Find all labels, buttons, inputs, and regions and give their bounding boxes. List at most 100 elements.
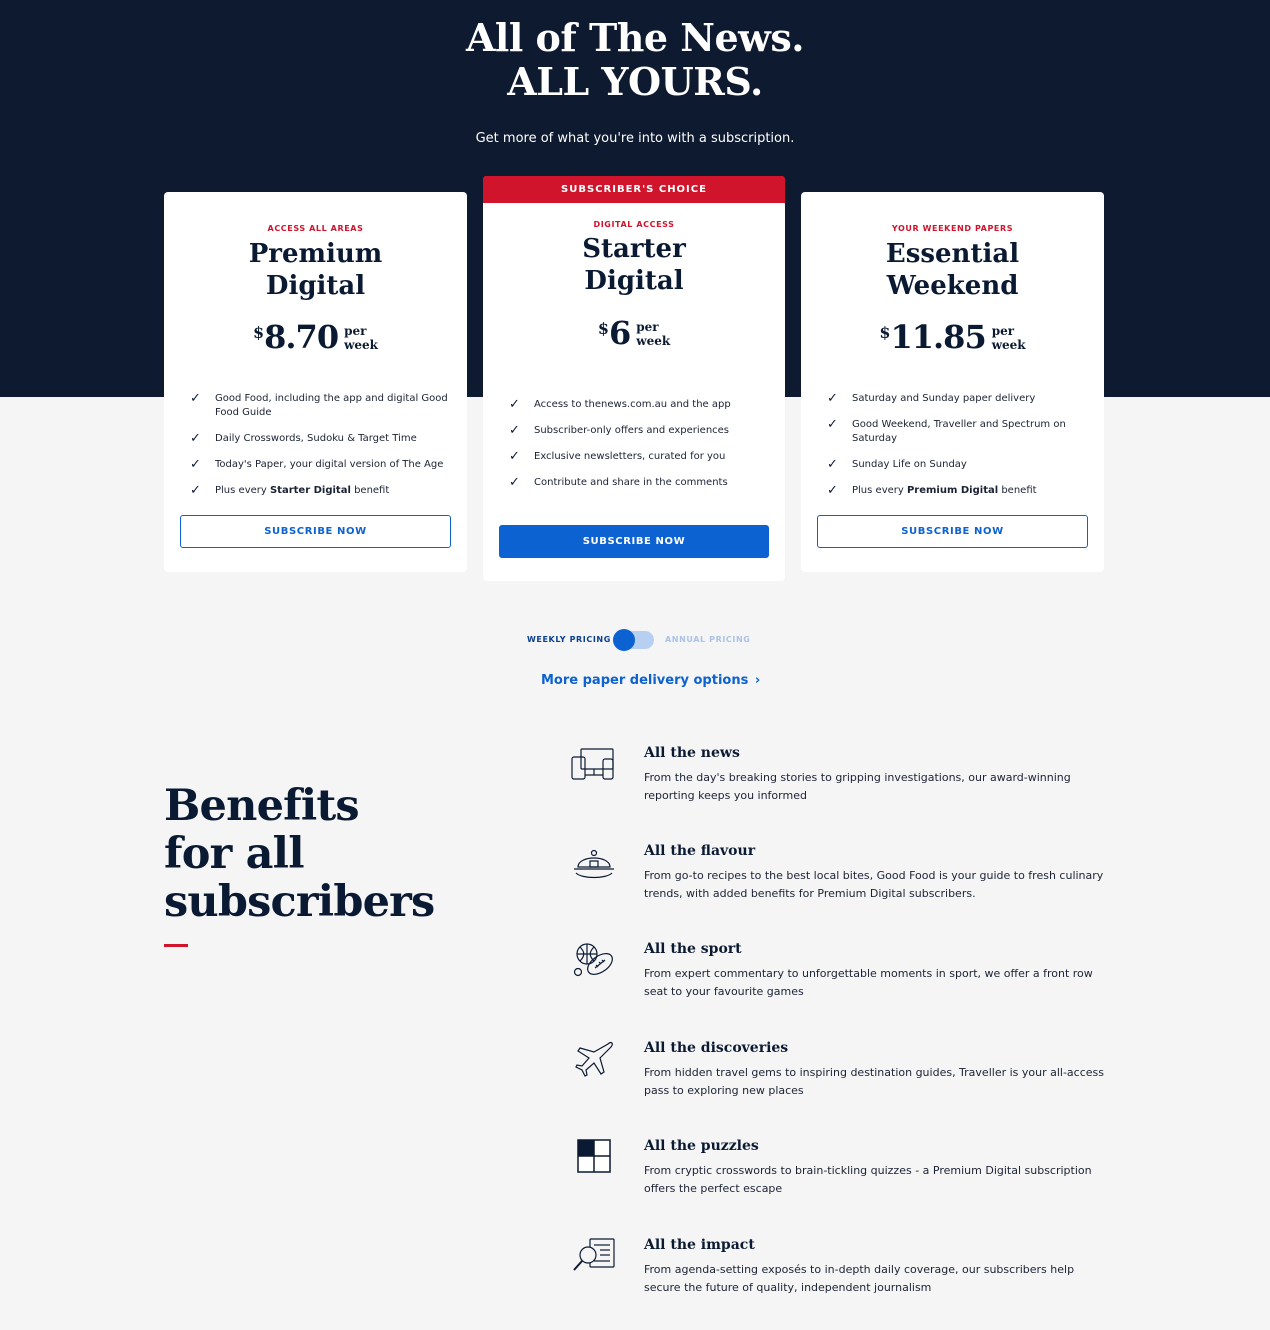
check-icon: ✓ bbox=[190, 431, 201, 446]
feature-item: ✓ Good Weekend, Traveller and Spectrum on… bbox=[826, 418, 1086, 446]
feature-suffix: benefit bbox=[350, 485, 390, 496]
pricing-switch-knob[interactable] bbox=[613, 629, 635, 651]
feature-bold: Premium Digital bbox=[906, 485, 999, 496]
check-icon: ✓ bbox=[827, 417, 838, 432]
hero-title-line1: All of The News. bbox=[465, 15, 805, 60]
feature-text: Sunday Life on Sunday bbox=[852, 459, 967, 470]
price-per-label: per bbox=[636, 320, 659, 334]
benefit-title: All the news bbox=[644, 745, 740, 761]
subscribe-button-premium-digital[interactable]: SUBSCRIBE NOW bbox=[180, 515, 451, 548]
feature-prefix: Plus every bbox=[852, 485, 907, 496]
benefit-title: All the sport bbox=[644, 941, 742, 957]
subscribers-choice-ribbon: SUBSCRIBER'S CHOICE bbox=[483, 176, 785, 203]
sports-balls-icon bbox=[573, 943, 613, 977]
benefit-description: From expert commentary to unforgettable … bbox=[644, 967, 1093, 998]
check-icon: ✓ bbox=[827, 483, 838, 498]
more-delivery-options-link[interactable]: More paper delivery options › bbox=[541, 673, 760, 688]
benefits-title-line: subscribers bbox=[164, 877, 435, 927]
plan-price: $ 6 per week bbox=[483, 316, 785, 350]
benefit-description: From the day's breaking stories to gripp… bbox=[644, 771, 1071, 802]
feature-item: ✓ Sunday Life on Sunday bbox=[826, 458, 1086, 472]
plan-features: ✓ Good Food, including the app and digita… bbox=[189, 392, 449, 498]
benefits-title-line: for all bbox=[164, 829, 305, 879]
subscribe-button-essential-weekend[interactable]: SUBSCRIBE NOW bbox=[817, 515, 1088, 548]
plan-eyebrow: ACCESS ALL AREAS bbox=[267, 224, 364, 233]
plan-card-starter-digital: SUBSCRIBER'S CHOICE DIGITAL ACCESS Start… bbox=[483, 176, 785, 581]
pricing-switch[interactable] bbox=[613, 629, 654, 651]
benefit-description: From hidden travel gems to inspiring des… bbox=[644, 1066, 1105, 1097]
pricing-toggle: WEEKLY PRICING ANNUAL PRICING bbox=[0, 628, 1270, 652]
airplane-icon bbox=[575, 1041, 613, 1077]
feature-item: ✓ Saturday and Sunday paper delivery bbox=[826, 392, 1086, 406]
feature-item: ✓ Today's Paper, your digital version of … bbox=[189, 458, 449, 472]
feature-item: ✓ Contribute and share in the comments bbox=[508, 476, 768, 490]
more-link-label: More paper delivery options bbox=[541, 673, 749, 688]
price-period: per week bbox=[344, 324, 378, 352]
price-currency: $ bbox=[597, 319, 609, 338]
plan-eyebrow: DIGITAL ACCESS bbox=[593, 220, 675, 229]
devices-icon bbox=[571, 748, 614, 780]
plan-name-line2: Digital bbox=[584, 266, 684, 296]
magnify-document-icon bbox=[573, 1238, 615, 1271]
feature-text: Today's Paper, your digital version of T… bbox=[215, 459, 444, 470]
check-icon: ✓ bbox=[509, 423, 520, 438]
price-per-label: per bbox=[344, 324, 367, 338]
annual-pricing-label[interactable]: ANNUAL PRICING bbox=[665, 635, 750, 644]
feature-bold: Starter Digital bbox=[269, 485, 351, 496]
subscribe-button-starter-digital[interactable]: SUBSCRIBE NOW bbox=[499, 525, 769, 558]
benefit-title: All the flavour bbox=[644, 843, 756, 859]
feature-text: Daily Crosswords, Sudoku & Target Time bbox=[215, 433, 417, 444]
feature-text: Saturday and Sunday paper delivery bbox=[852, 393, 1036, 404]
check-icon: ✓ bbox=[509, 397, 520, 412]
feature-text: Exclusive newsletters, curated for you bbox=[534, 451, 726, 462]
check-icon: ✓ bbox=[827, 457, 838, 472]
benefit-title: All the impact bbox=[644, 1237, 755, 1253]
weekly-pricing-label[interactable]: WEEKLY PRICING bbox=[527, 635, 611, 644]
feature-item: ✓ Plus every Starter Digital benefit bbox=[189, 484, 449, 498]
benefit-description: From cryptic crosswords to brain-ticklin… bbox=[644, 1164, 1092, 1195]
benefit-description: From agenda-setting exposés to in-depth … bbox=[644, 1263, 1075, 1294]
plan-name-line1: Essential bbox=[885, 239, 1020, 269]
plan-eyebrow: YOUR WEEKEND PAPERS bbox=[891, 224, 1014, 233]
check-icon: ✓ bbox=[509, 449, 520, 464]
plan-features: ✓ Access to thenews.com.au and the app ✓ S… bbox=[508, 398, 768, 490]
feature-item: ✓ Exclusive newsletters, curated for you bbox=[508, 450, 768, 464]
plan-card-essential-weekend: YOUR WEEKEND PAPERS Essential Weekend $ … bbox=[801, 192, 1104, 572]
feature-item: ✓ Plus every Premium Digital benefit bbox=[826, 484, 1086, 498]
check-icon: ✓ bbox=[827, 391, 838, 406]
cloche-icon bbox=[574, 849, 614, 879]
red-accent-rule bbox=[164, 944, 188, 947]
feature-suffix: benefit bbox=[998, 485, 1037, 496]
feature-text: Contribute and share in the comments bbox=[534, 477, 728, 488]
price-period: per week bbox=[992, 324, 1026, 352]
chevron-right-icon: › bbox=[754, 673, 761, 688]
check-icon: ✓ bbox=[509, 475, 520, 490]
price-amount: 6 bbox=[608, 314, 631, 352]
price-period-label: week bbox=[344, 338, 378, 352]
price-per-label: per bbox=[991, 324, 1015, 338]
hero-subtitle: Get more of what you're into with a subs… bbox=[475, 131, 795, 146]
price-period-label: week bbox=[991, 338, 1026, 352]
plan-name-line1: Premium bbox=[248, 239, 383, 269]
benefit-description: From go-to recipes to the best local bit… bbox=[644, 869, 1104, 900]
crossword-icon bbox=[577, 1139, 611, 1173]
plan-features: ✓ Saturday and Sunday paper delivery ✓ Goo… bbox=[826, 392, 1086, 498]
plan-price: $ 8.70 per week bbox=[164, 320, 467, 354]
feature-item: ✓ Subscriber-only offers and experiences bbox=[508, 424, 768, 438]
check-icon: ✓ bbox=[190, 457, 201, 472]
feature-text: Good Weekend, Traveller and Spectrum on … bbox=[852, 419, 1066, 444]
feature-item: ✓ Access to thenews.com.au and the app bbox=[508, 398, 768, 412]
benefits-title: Benefits for all subscribers bbox=[164, 781, 435, 927]
price-amount: 8.70 bbox=[264, 318, 339, 356]
hero-title-line2: ALL YOURS. bbox=[507, 59, 763, 104]
feature-text: Good Food, including the app and digital… bbox=[215, 393, 448, 418]
plan-price: $ 11.85 per week bbox=[801, 320, 1104, 354]
plan-name-line2: Weekend bbox=[886, 271, 1019, 301]
price-currency: $ bbox=[253, 323, 265, 342]
plan-card-premium-digital: ACCESS ALL AREAS Premium Digital $ 8.70 … bbox=[164, 192, 467, 572]
plan-name-line2: Digital bbox=[265, 271, 366, 301]
benefits-title-line: Benefits bbox=[164, 781, 360, 831]
price-amount: 11.85 bbox=[890, 318, 987, 356]
price-period-label: week bbox=[636, 334, 671, 348]
benefit-title: All the puzzles bbox=[644, 1138, 759, 1154]
